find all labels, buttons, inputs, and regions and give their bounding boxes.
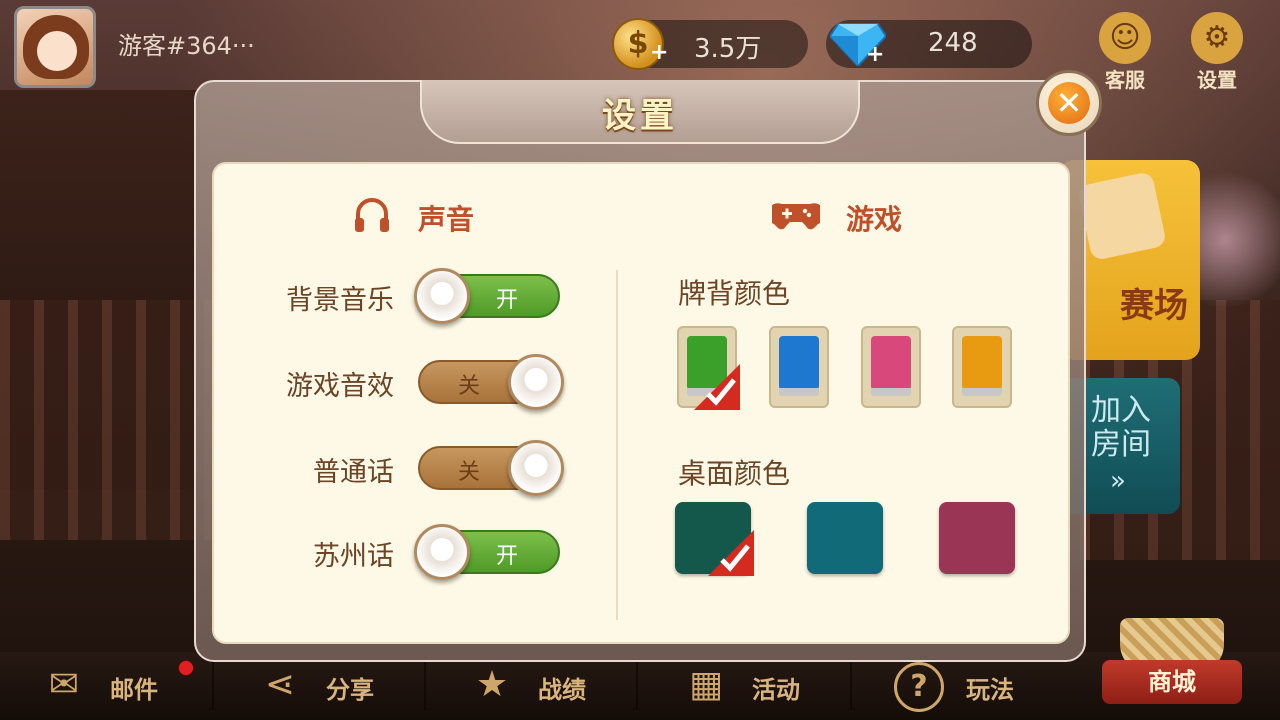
join-room-label: 加入房间 [1091,393,1151,462]
shop-button[interactable]: 商城 [1100,612,1246,716]
card-edge [779,388,819,396]
headphones-icon [355,198,389,232]
nav-divider [424,660,426,710]
card-face [962,336,1002,390]
settings-label: 设置 [1197,68,1237,92]
shop-label: 商城 [1102,660,1242,704]
toggle-state: 关 [458,374,481,399]
toggle-knob[interactable] [508,440,564,496]
question-icon: ? [894,662,944,712]
toggle-label: 普通话 [313,457,394,488]
nav-activity[interactable]: ▦ 活动 [680,660,840,712]
card-back-swatch[interactable] [769,326,829,408]
suzhou-toggle[interactable]: 开 [414,524,560,580]
close-icon: ✕ [1048,82,1090,124]
coin-value: 3.5万 [694,34,762,64]
sfx-toggle[interactable]: 关 [418,354,564,410]
toggle-state: 开 [496,544,519,569]
toggle-label: 背景音乐 [286,285,394,316]
smiley-icon: ☺ [1099,12,1151,64]
nav-divider [212,660,214,710]
nav-divider [636,660,638,710]
background-railing-left [0,300,220,540]
nav-record[interactable]: ★ 战绩 [466,660,626,712]
card-edge [871,388,911,396]
nav-record-label: 战绩 [538,676,586,704]
player-name: 游客#364··· [118,32,255,60]
toggle-row-bgm: 背景音乐 开 [260,268,570,324]
toggle-label: 游戏音效 [286,371,394,402]
coin-plus-icon[interactable]: + [650,40,668,65]
gem-plus-icon[interactable]: + [866,42,884,67]
card-back-swatch[interactable] [952,326,1012,408]
nav-share-label: 分享 [326,676,374,704]
toggle-knob[interactable] [414,524,470,580]
gem-value: 248 [928,28,978,58]
customer-service-button[interactable]: ☺ 客服 [1090,12,1160,92]
double-chevron-icon: » [1110,466,1126,496]
table-color-swatch[interactable] [939,502,1015,574]
notification-badge [178,660,194,676]
table-color-swatch[interactable] [807,502,883,574]
toggle-row-sfx: 游戏音效 关 [260,354,570,410]
game-heading: 游戏 [846,203,903,236]
sound-heading: 声音 [418,203,475,236]
mandarin-toggle[interactable]: 关 [418,440,564,496]
share-icon: ⋖ [264,664,296,705]
card-face [871,336,911,390]
customer-service-label: 客服 [1105,68,1145,92]
card-edge [962,388,1002,396]
avatar-face [37,31,77,71]
coin-balance[interactable]: $ + 3.5万 [612,18,808,70]
settings-button[interactable]: ⚙ 设置 [1182,12,1252,92]
nav-divider [850,660,852,710]
gear-icon: ⚙ [1191,12,1243,64]
table-color-label: 桌面颜色 [678,457,791,490]
bgm-toggle[interactable]: 开 [414,268,560,324]
column-divider [616,270,618,620]
toggle-state: 关 [458,460,481,485]
toggle-label: 苏州话 [313,541,394,572]
toggle-state: 开 [496,288,519,313]
tournament-label: 赛场 [1120,286,1188,326]
card-back-swatch[interactable] [861,326,921,408]
nav-mail-label: 邮件 [110,676,158,704]
nav-activity-label: 活动 [752,676,800,704]
gift-icon: ▦ [688,664,723,705]
gem-balance[interactable]: + 248 [826,20,1032,68]
dice-icon [1076,170,1168,262]
toggle-knob[interactable] [508,354,564,410]
game-section-header: 游戏 [772,196,932,236]
toggle-knob[interactable] [414,268,470,324]
sound-section-header: 声音 [352,196,512,236]
card-face [779,336,819,390]
mail-icon: ✉ [48,664,80,705]
nav-share[interactable]: ⋖ 分享 [254,660,414,712]
checkmark-icon [694,364,740,410]
dialog-title: 设置 [602,96,678,136]
nav-rules[interactable]: ? 玩法 [894,660,1054,712]
checkmark-icon [708,530,754,576]
gamepad-icon [772,203,820,230]
shield-star-icon: ★ [475,664,509,705]
toggle-row-mandarin: 普通话 关 [260,440,570,496]
toggle-row-suzhou: 苏州话 开 [260,524,570,580]
nav-rules-label: 玩法 [966,676,1014,704]
nav-mail[interactable]: ✉ 邮件 [38,660,198,712]
card-back-color-label: 牌背颜色 [678,277,791,310]
close-button[interactable]: ✕ [1036,70,1102,136]
avatar[interactable] [14,6,96,88]
